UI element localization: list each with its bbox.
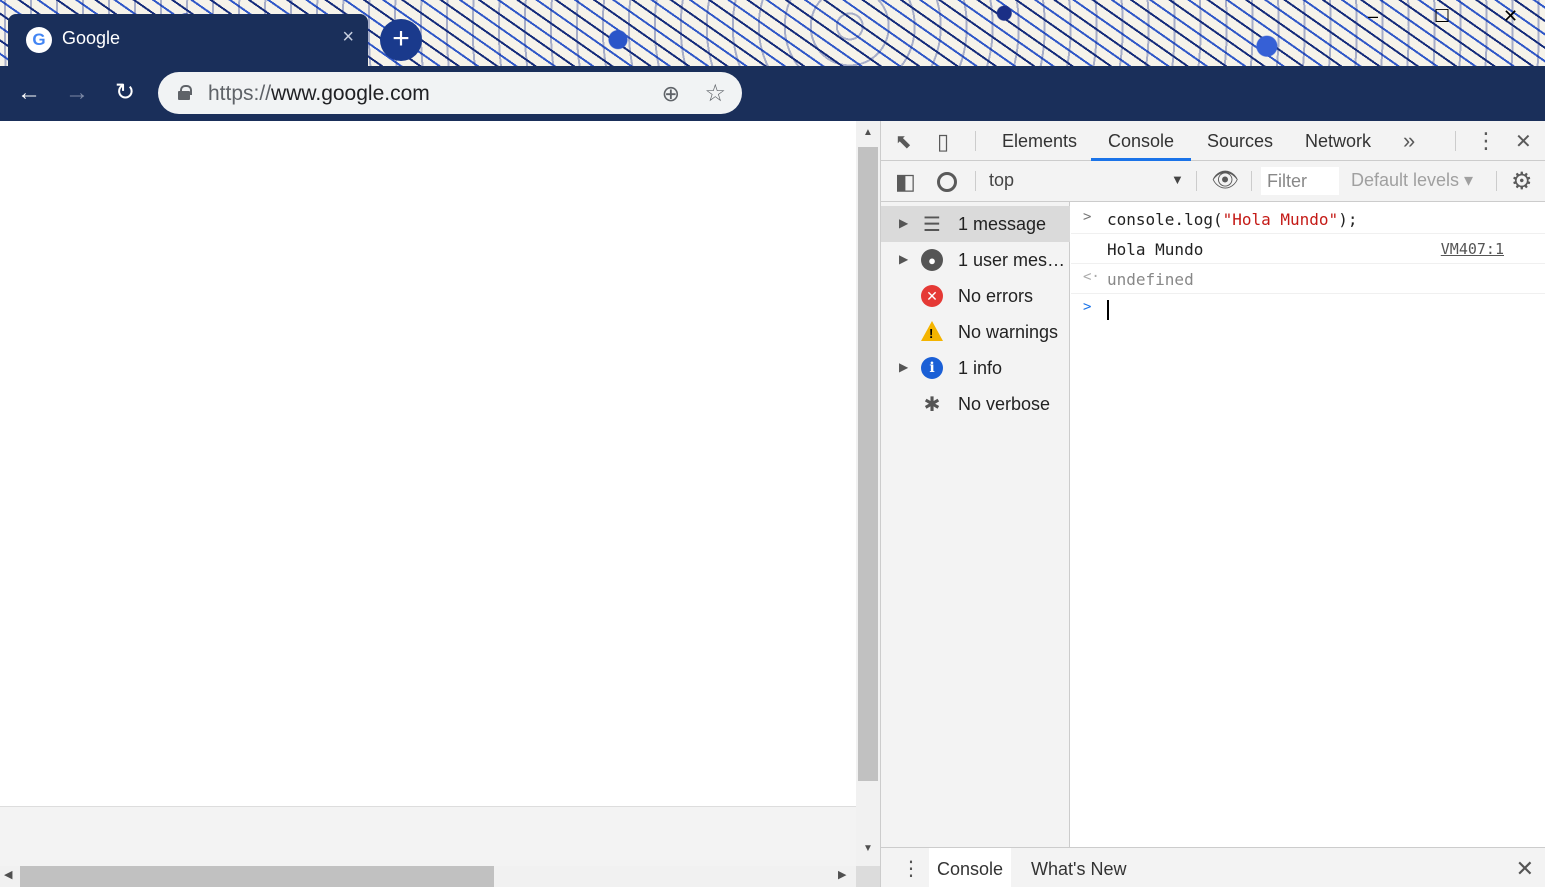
filter-input[interactable]: Filter <box>1261 167 1339 195</box>
list-icon: ☰ <box>923 213 941 236</box>
console-command: console.log("Hola Mundo"); <box>1107 210 1358 229</box>
console-input-line: > console.log("Hola Mundo"); <box>1071 204 1545 234</box>
sidebar-item-label: 1 user mess... <box>958 250 1066 270</box>
url-text[interactable]: https://www.google.com <box>208 82 430 106</box>
sidebar-item-label: 1 message <box>958 214 1047 234</box>
info-icon: i <box>921 357 943 379</box>
sidebar-item-label: 1 info <box>958 358 1003 378</box>
expand-arrow-icon[interactable]: ▶ <box>899 216 908 230</box>
horizontal-scroll-thumb[interactable] <box>20 866 494 887</box>
tab-title: Google <box>62 28 121 48</box>
devtools-tab-bar: ⬉ ▯ Elements Console Sources Network » ⋮… <box>881 121 1545 161</box>
horizontal-scrollbar[interactable]: ◀ ▶ <box>0 866 856 887</box>
page-bottom-area <box>0 806 856 866</box>
drawer-menu-icon[interactable]: ⋮ <box>901 856 921 881</box>
lock-icon[interactable] <box>178 85 192 100</box>
sidebar-item-messages[interactable]: ▶ ☰ 1 message <box>881 206 1070 242</box>
user-icon: ● <box>921 249 943 271</box>
new-tab-button[interactable]: + <box>380 19 422 61</box>
log-levels-dropdown[interactable]: Default levels ▾ <box>1351 170 1473 191</box>
context-selector[interactable]: top <box>989 170 1014 191</box>
log-output-text: Hola Mundo <box>1107 240 1204 259</box>
sidebar-item-label: No warnings <box>958 322 1059 342</box>
sidebar-toggle-icon[interactable]: ◧ <box>895 169 916 195</box>
console-sidebar: ▶ ☰ 1 message ▶ ● 1 user mess... ✕ No er… <box>881 202 1070 847</box>
scroll-down-icon[interactable]: ▼ <box>856 843 880 854</box>
sidebar-item-warnings[interactable]: ! No warnings <box>881 314 1070 350</box>
devtools-close-icon[interactable]: ✕ <box>1515 129 1532 154</box>
clear-console-icon[interactable] <box>937 172 957 192</box>
vertical-scrollbar[interactable]: ▲ ▼ <box>856 121 880 866</box>
tab-google[interactable]: G Google × <box>8 14 368 66</box>
scroll-left-icon[interactable]: ◀ <box>4 868 12 881</box>
chevron-right-icon: > <box>1083 209 1092 225</box>
devtools-panel: ⬉ ▯ Elements Console Sources Network » ⋮… <box>880 121 1545 887</box>
tab-network[interactable]: Network <box>1305 131 1371 152</box>
google-g-icon: G <box>26 27 52 53</box>
back-icon[interactable]: ← <box>13 78 45 110</box>
console-log-line: Hola Mundo VM407:1 <box>1071 234 1545 264</box>
scroll-up-icon[interactable]: ▲ <box>856 127 880 138</box>
inspect-element-icon[interactable]: ⬉ <box>895 129 912 154</box>
forward-icon[interactable]: → <box>61 78 93 110</box>
eye-icon[interactable]: 👁 <box>1211 167 1239 193</box>
device-toolbar-icon[interactable]: ▯ <box>937 129 949 155</box>
sidebar-item-info[interactable]: ▶ i 1 info <box>881 350 1070 386</box>
error-icon: ✕ <box>921 285 943 307</box>
tab-elements[interactable]: Elements <box>1002 131 1077 152</box>
web-page-content[interactable] <box>0 121 880 887</box>
expand-arrow-icon[interactable]: ▶ <box>899 252 908 266</box>
chevron-down-icon[interactable]: ▼ <box>1171 172 1184 187</box>
scrollbar-corner <box>856 866 880 887</box>
window-close-icon[interactable]: ✕ <box>1503 6 1518 27</box>
browser-toolbar: ← → ↻ https://www.google.com ⊕ ☆ <box>0 66 1545 121</box>
console-output[interactable]: > console.log("Hola Mundo"); Hola Mundo … <box>1071 202 1545 847</box>
text-caret <box>1107 300 1109 320</box>
browser-window: G Google × + – ☐ ✕ ← → ↻ https://www.goo… <box>0 0 1545 887</box>
console-toolbar: ◧ top ▼ 👁 Filter Default levels ▾ ⚙ <box>881 161 1545 202</box>
vertical-scroll-thumb[interactable] <box>858 147 878 781</box>
sidebar-item-label: No verbose <box>958 394 1051 414</box>
sidebar-item-errors[interactable]: ✕ No errors <box>881 278 1070 314</box>
minimize-icon[interactable]: – <box>1368 6 1378 27</box>
settings-gear-icon[interactable]: ⚙ <box>1511 167 1533 196</box>
return-value-text: undefined <box>1107 270 1194 289</box>
bug-icon: ✱ <box>923 393 941 416</box>
tab-close-icon[interactable]: × <box>342 26 354 49</box>
drawer-tab-console[interactable]: Console <box>929 848 1012 887</box>
source-link[interactable]: VM407:1 <box>1441 240 1504 258</box>
devtools-menu-icon[interactable]: ⋮ <box>1475 128 1497 154</box>
drawer-tab-whats-new[interactable]: What's New <box>1031 859 1126 880</box>
console-return-line: <· undefined <box>1071 264 1545 294</box>
drawer-bar: ⋮ Console What's New ✕ <box>881 847 1545 887</box>
prompt-chevron-icon: > <box>1083 299 1092 315</box>
drawer-close-icon[interactable]: ✕ <box>1516 856 1534 882</box>
maximize-icon[interactable]: ☐ <box>1434 6 1450 27</box>
tab-console[interactable]: Console <box>1108 131 1174 152</box>
scroll-right-icon[interactable]: ▶ <box>838 868 846 881</box>
tab-sources[interactable]: Sources <box>1207 131 1273 152</box>
return-chevron-icon: <· <box>1083 269 1100 285</box>
sidebar-item-label: No errors <box>958 286 1034 306</box>
reload-icon[interactable]: ↻ <box>109 78 141 110</box>
location-icon[interactable]: ⊕ <box>662 81 680 107</box>
sidebar-item-user-messages[interactable]: ▶ ● 1 user mess... <box>881 242 1070 278</box>
bookmark-star-icon[interactable]: ☆ <box>704 79 726 108</box>
expand-arrow-icon[interactable]: ▶ <box>899 360 908 374</box>
sidebar-item-verbose[interactable]: ✱ No verbose <box>881 386 1070 422</box>
more-tabs-icon[interactable]: » <box>1403 128 1415 154</box>
address-bar[interactable]: https://www.google.com ⊕ ☆ <box>158 72 742 114</box>
console-prompt[interactable]: > <box>1071 294 1545 324</box>
